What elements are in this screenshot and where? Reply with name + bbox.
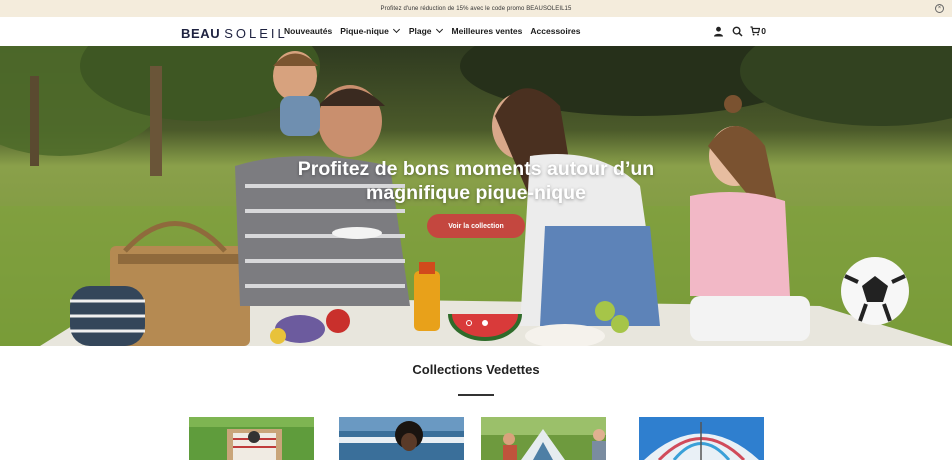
view-collection-button[interactable]: Voir la collection xyxy=(427,214,525,238)
hero-title-line1: Profitez de bons moments autour d’un xyxy=(297,158,655,180)
collection-tile-umbrella[interactable] xyxy=(639,417,764,460)
hero-banner: Profitez de bons moments autour d’un mag… xyxy=(0,46,952,346)
slider-dot-2[interactable] xyxy=(482,320,488,326)
site-header: BEAU SOLEIL Nouveautés Pique-nique Plage… xyxy=(0,17,952,46)
nav-item-accessoires[interactable]: Accessoires xyxy=(530,26,580,36)
beach-woman-image xyxy=(339,417,464,460)
slider-dot-1[interactable] xyxy=(466,320,472,326)
picnic-basket-image xyxy=(189,417,314,460)
hero-title-line2: magnifique pique-nique xyxy=(366,182,586,204)
announcement-text: Profitez d'une réduction de 15% avec le … xyxy=(380,5,572,12)
collection-tile-beach[interactable] xyxy=(339,417,464,460)
logo-part1: BEAU xyxy=(181,26,221,41)
close-icon[interactable]: × xyxy=(935,4,944,13)
slider-dots xyxy=(466,320,488,326)
nav-label: Nouveautés xyxy=(284,26,333,36)
logo[interactable]: BEAU SOLEIL xyxy=(181,23,288,41)
section-divider xyxy=(458,394,494,396)
nav-item-plage[interactable]: Plage xyxy=(408,25,444,36)
collection-tile-picnic[interactable] xyxy=(189,417,314,460)
logo-part2: SOLEIL xyxy=(224,26,288,41)
search-icon[interactable] xyxy=(731,25,743,37)
collection-tile-camping[interactable] xyxy=(481,417,606,460)
cart-count: 0 xyxy=(761,26,766,36)
header-icons: 0 xyxy=(712,25,766,37)
hero-title: Profitez de bons moments autour d’un mag… xyxy=(0,157,952,205)
nav-item-meilleures-ventes[interactable]: Meilleures ventes xyxy=(452,26,523,36)
collection-tiles xyxy=(0,417,952,460)
user-icon[interactable] xyxy=(712,25,724,37)
nav-item-nouveautes[interactable]: Nouveautés xyxy=(284,26,332,36)
chevron-down-icon xyxy=(435,25,443,34)
cart-icon[interactable]: 0 xyxy=(750,25,766,37)
nav-item-pique-nique[interactable]: Pique-nique xyxy=(340,25,401,36)
beach-umbrella-image xyxy=(639,417,764,460)
announcement-bar: Profitez d'une réduction de 15% avec le … xyxy=(0,0,952,17)
nav-label: Accessoires xyxy=(530,26,581,36)
section-title: Collections Vedettes xyxy=(412,362,540,377)
nav-label: Plage xyxy=(408,26,432,36)
nav-label: Meilleures ventes xyxy=(451,26,523,36)
camping-family-image xyxy=(481,417,606,460)
nav-label: Pique-nique xyxy=(340,26,389,36)
main-nav: Nouveautés Pique-nique Plage Meilleures … xyxy=(284,25,580,36)
chevron-down-icon xyxy=(392,25,400,34)
